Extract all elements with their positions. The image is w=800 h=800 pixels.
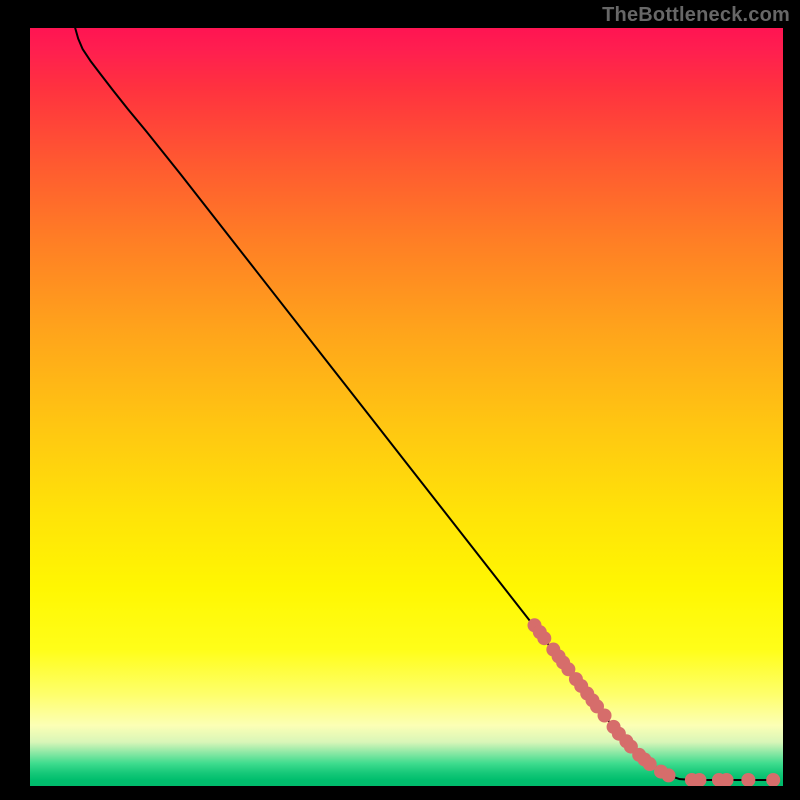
plot-area bbox=[30, 28, 783, 786]
data-marker bbox=[537, 631, 551, 645]
data-marker bbox=[598, 709, 612, 723]
chart-frame: TheBottleneck.com bbox=[0, 0, 800, 800]
data-markers bbox=[528, 618, 781, 786]
data-marker bbox=[741, 773, 755, 786]
curve-line bbox=[75, 28, 775, 780]
data-marker bbox=[766, 773, 780, 786]
chart-overlay bbox=[30, 28, 783, 786]
curve-path bbox=[75, 28, 775, 780]
attribution-text: TheBottleneck.com bbox=[602, 4, 790, 27]
data-marker bbox=[662, 768, 676, 782]
